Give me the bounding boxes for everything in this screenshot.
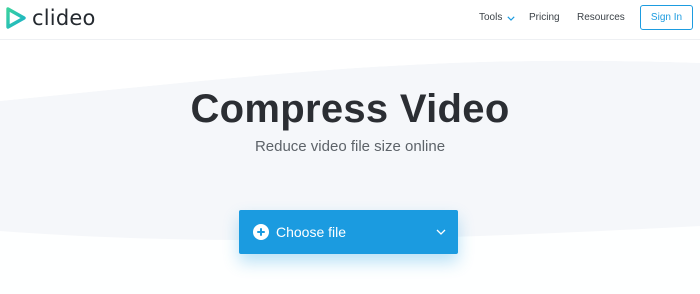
choose-file-label: Choose file bbox=[276, 224, 347, 240]
page-subtitle: Reduce video file size online bbox=[254, 138, 446, 155]
sign-in-button[interactable]: Sign In bbox=[640, 5, 693, 30]
nav-tools-dropdown[interactable]: Tools bbox=[479, 11, 515, 25]
top-navbar: clideo Tools Pricing Resources Sign In bbox=[0, 0, 700, 40]
chevron-down-icon bbox=[507, 15, 515, 21]
logo[interactable]: clideo bbox=[6, 7, 96, 29]
nav-pricing-link[interactable]: Pricing bbox=[529, 11, 560, 25]
page: clideo Tools Pricing Resources Sign In C… bbox=[0, 0, 700, 294]
nav-resources-link[interactable]: Resources bbox=[577, 11, 625, 25]
nav-tools-label: Tools bbox=[479, 12, 503, 23]
choose-file-button[interactable]: Choose file bbox=[239, 210, 458, 254]
brand-name: clideo bbox=[32, 6, 96, 30]
page-title: Compress Video bbox=[190, 87, 510, 131]
plus-circle-icon bbox=[253, 224, 269, 240]
hero-background bbox=[0, 41, 700, 294]
chevron-down-icon bbox=[436, 229, 446, 235]
upload-source-dropdown[interactable] bbox=[424, 210, 458, 254]
clideo-logo-icon bbox=[6, 7, 26, 29]
